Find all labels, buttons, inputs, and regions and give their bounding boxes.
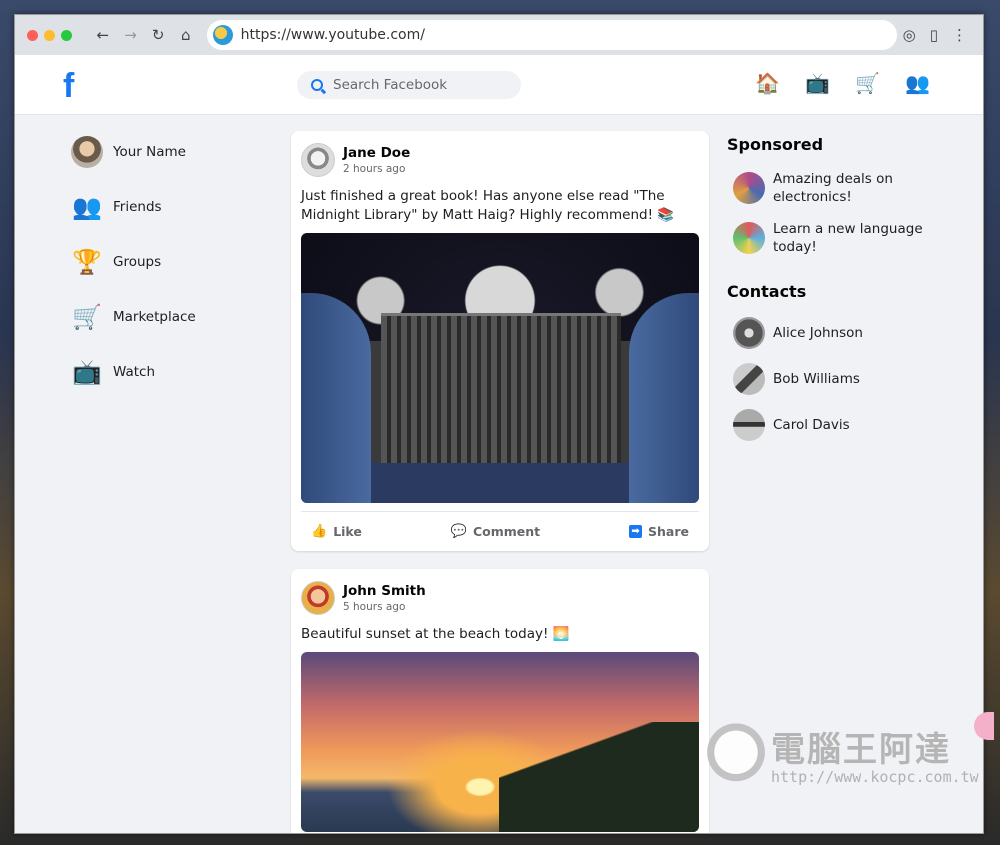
sunset-coastline xyxy=(499,722,699,832)
watermark-url: http://www.kocpc.com.tw xyxy=(771,768,979,786)
author-avatar[interactable] xyxy=(301,581,335,615)
fb-header: f 🏠 📺 🛒 👥 xyxy=(15,55,983,115)
contact-item[interactable]: Alice Johnson xyxy=(733,317,957,349)
author-avatar[interactable] xyxy=(301,143,335,177)
search-box[interactable] xyxy=(297,71,521,99)
contacts-title: Contacts xyxy=(727,282,807,301)
sidebar-item-groups[interactable]: 🏆 Groups xyxy=(71,245,271,278)
sidebar-item-watch[interactable]: 📺 Watch xyxy=(71,355,271,388)
post-card: Jane Doe 2 hours ago Just finished a gre… xyxy=(291,131,709,551)
chat-bubble-icon[interactable] xyxy=(974,712,994,740)
post-image[interactable] xyxy=(301,652,699,832)
post-author[interactable]: Jane Doe xyxy=(343,145,410,161)
sidebar-item-profile[interactable]: Your Name xyxy=(71,135,271,168)
menu-kebab-icon[interactable]: ⋮ xyxy=(952,26,967,44)
post-text: Beautiful sunset at the beach today! 🌅 xyxy=(301,626,570,642)
sidebar-item-friends[interactable]: 👥 Friends xyxy=(71,190,271,223)
comment-button[interactable]: 💬 Comment xyxy=(451,524,540,539)
minimize-window-button[interactable] xyxy=(44,29,55,41)
contact-avatar xyxy=(733,409,765,441)
search-input[interactable] xyxy=(333,77,503,93)
illustration-wave xyxy=(629,293,699,503)
window-controls xyxy=(27,29,72,41)
browser-window: ← → ↻ ⌂ https://www.youtube.com/ ◎ ▯ ⋮ f… xyxy=(14,14,984,834)
sidebar-item-label: Your Name xyxy=(113,143,186,160)
home-browser-icon[interactable]: ⌂ xyxy=(177,23,195,47)
sponsored-item[interactable]: Learn a new language today! xyxy=(733,220,957,256)
browser-toolbar: ← → ↻ ⌂ https://www.youtube.com/ ◎ ▯ ⋮ xyxy=(15,15,983,55)
contact-item[interactable]: Carol Davis xyxy=(733,409,957,441)
contact-name: Carol Davis xyxy=(773,417,850,433)
site-watermark: 電腦王阿達 http://www.kocpc.com.tw xyxy=(705,712,979,792)
watermark-mascot-icon xyxy=(705,716,767,782)
contact-avatar xyxy=(733,317,765,349)
header-nav-icons: 🏠 📺 🛒 👥 xyxy=(755,71,930,95)
right-sidebar: Sponsored Amazing deals on electronics! … xyxy=(727,135,957,455)
url-text[interactable]: https://www.youtube.com/ xyxy=(241,27,425,43)
post-actions: 👍 Like 💬 Comment ➡ Share xyxy=(301,511,699,541)
post-text: Just finished a great book! Has anyone e… xyxy=(301,188,675,223)
thumbs-up-icon: 👍 xyxy=(311,524,328,539)
sidebar-item-marketplace[interactable]: 🛒 Marketplace xyxy=(71,300,271,333)
sponsored-thumbnail xyxy=(733,222,765,254)
sidebar-item-label: Groups xyxy=(113,253,162,270)
friends-icon[interactable]: 👥 xyxy=(905,71,930,95)
sponsored-item[interactable]: Amazing deals on electronics! xyxy=(733,170,957,206)
post-time: 2 hours ago xyxy=(343,163,406,175)
left-sidebar: Your Name 👥 Friends 🏆 Groups 🛒 Marketpla… xyxy=(71,135,271,410)
tv-icon: 📺 xyxy=(72,357,102,386)
back-icon[interactable]: ← xyxy=(94,23,112,47)
post-author[interactable]: John Smith xyxy=(343,583,426,599)
sponsored-text: Learn a new language today! xyxy=(773,221,923,255)
sidebar-item-label: Watch xyxy=(113,363,156,380)
watermark-title: 電腦王阿達 xyxy=(771,730,951,770)
sponsored-text: Amazing deals on electronics! xyxy=(773,171,893,205)
contact-name: Bob Williams xyxy=(773,371,860,387)
home-icon[interactable]: 🏠 xyxy=(755,71,780,95)
friends-icon: 👥 xyxy=(72,192,102,221)
share-button[interactable]: ➡ Share xyxy=(629,524,689,539)
news-feed: Jane Doe 2 hours ago Just finished a gre… xyxy=(291,131,709,833)
share-arrow-icon: ➡ xyxy=(629,525,643,538)
search-icon xyxy=(311,79,323,91)
sponsored-title: Sponsored xyxy=(727,135,824,154)
contact-item[interactable]: Bob Williams xyxy=(733,363,957,395)
comment-bubble-icon: 💬 xyxy=(450,524,467,539)
forward-icon[interactable]: → xyxy=(122,23,140,47)
like-button[interactable]: 👍 Like xyxy=(311,524,362,539)
facebook-logo[interactable]: f xyxy=(63,67,74,106)
contact-avatar xyxy=(733,363,765,395)
reload-icon[interactable]: ↻ xyxy=(149,23,167,47)
sidebar-item-label: Friends xyxy=(113,198,162,215)
close-window-button[interactable] xyxy=(27,29,38,41)
bookmark-icon[interactable]: ▯ xyxy=(930,26,938,44)
post-header: Jane Doe 2 hours ago xyxy=(301,143,699,177)
browser-actions: ◎ ▯ ⋮ xyxy=(903,26,975,44)
illustration-wave xyxy=(301,293,371,503)
avatar xyxy=(71,135,103,168)
sponsored-thumbnail xyxy=(733,172,765,204)
address-bar[interactable]: https://www.youtube.com/ xyxy=(206,20,897,50)
trophy-icon: 🏆 xyxy=(72,247,102,276)
sidebar-item-label: Marketplace xyxy=(113,308,196,325)
illustration-library xyxy=(381,313,621,463)
post-header: John Smith 5 hours ago xyxy=(301,581,699,615)
post-time: 5 hours ago xyxy=(343,601,406,613)
site-favicon-icon xyxy=(212,25,233,45)
spiral-extension-icon[interactable]: ◎ xyxy=(903,26,916,44)
cart-icon: 🛒 xyxy=(72,302,102,331)
post-image[interactable] xyxy=(301,233,699,503)
contact-name: Alice Johnson xyxy=(773,325,863,341)
maximize-window-button[interactable] xyxy=(61,29,72,41)
tv-icon[interactable]: 📺 xyxy=(805,71,830,95)
post-card: John Smith 5 hours ago Beautiful sunset … xyxy=(291,569,709,833)
cart-icon[interactable]: 🛒 xyxy=(855,71,880,95)
